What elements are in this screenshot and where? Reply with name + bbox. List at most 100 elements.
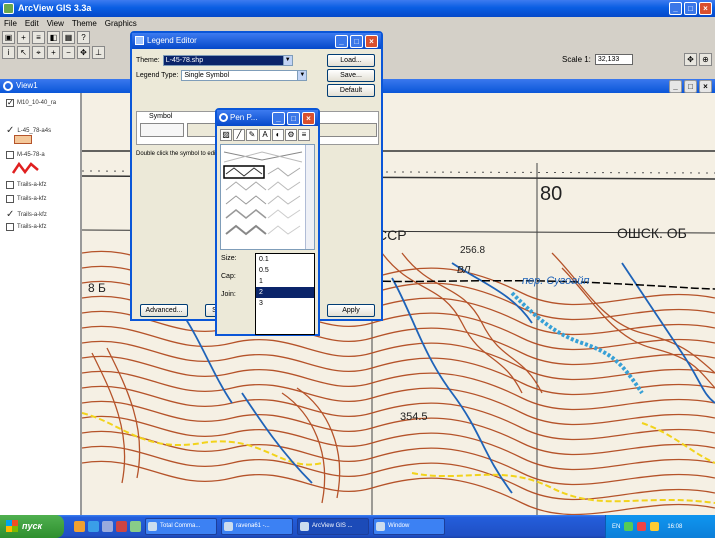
task-total-commander[interactable]: Total Comma... (145, 518, 217, 535)
legend-type-select[interactable]: Single Symbol ▼ (181, 70, 308, 81)
font-palette-icon[interactable]: A (259, 129, 271, 141)
language-indicator[interactable]: EN (612, 524, 620, 530)
size-option[interactable]: 1 (256, 276, 314, 287)
color-palette-icon[interactable]: ◐ (272, 129, 284, 141)
menu-graphics[interactable]: Graphics (105, 17, 137, 30)
antivirus-icon[interactable] (637, 522, 647, 531)
toc-item[interactable]: ✓ Trails-a-kfz (6, 209, 47, 220)
save-project-button[interactable]: ▣ (2, 31, 15, 44)
menu-file[interactable]: File (4, 17, 17, 30)
menu-bar: File Edit View Theme Graphics (0, 17, 137, 30)
toc-item[interactable]: Trails-a-kfz (6, 181, 46, 189)
folder-icon (224, 522, 233, 531)
media-icon[interactable] (116, 521, 127, 532)
windows-flag-icon (6, 520, 18, 532)
zoom-out-tool-icon[interactable]: − (62, 46, 75, 59)
table-of-contents: ✓ M10_10-40_ra ✓ L-45_78-a4s M-45-78-a T… (0, 93, 82, 515)
pen-maximize-button[interactable]: □ (287, 112, 300, 125)
size-option[interactable]: 3 (256, 298, 314, 309)
desktop-icon[interactable] (102, 521, 113, 532)
explorer-icon[interactable] (74, 521, 85, 532)
pan-icon[interactable]: ✥ (684, 53, 697, 66)
view-close-button[interactable]: × (699, 80, 712, 93)
palette-manager-icon[interactable]: ≡ (298, 129, 310, 141)
window-icon (376, 522, 385, 531)
minimize-button[interactable]: _ (669, 2, 682, 15)
pointer-tool-icon[interactable]: ↖ (17, 46, 30, 59)
pattern-scrollbar[interactable] (305, 145, 314, 249)
clock: 16:08 (667, 523, 683, 530)
zoom-icon[interactable]: ⊕ (699, 53, 712, 66)
pan-tool-icon[interactable]: ✥ (77, 46, 90, 59)
scale-input[interactable] (594, 54, 633, 65)
task-label: ArcView GIS ... (312, 523, 353, 529)
network-icon[interactable] (624, 522, 634, 531)
theme-select[interactable]: L-45-78.shp ▼ (162, 55, 293, 66)
map-label-pass: пер. Сугоайп (522, 275, 590, 287)
browser-icon[interactable] (88, 521, 99, 532)
find-button[interactable]: ? (77, 31, 90, 44)
maximize-button[interactable]: □ (684, 2, 697, 15)
pen-close-button[interactable]: × (302, 112, 315, 125)
task-window[interactable]: Window (373, 518, 445, 535)
legend-minimize-button[interactable]: _ (335, 35, 348, 48)
pen-minimize-button[interactable]: _ (272, 112, 285, 125)
theme-checkbox[interactable]: ✓ (6, 99, 14, 107)
theme-properties-button[interactable]: ≡ (32, 31, 45, 44)
task-label: Total Comma... (160, 523, 201, 529)
chevron-down-icon[interactable]: ▼ (282, 56, 292, 65)
fill-palette-icon[interactable]: ▨ (220, 129, 232, 141)
task-arcview[interactable]: ArcView GIS ... (297, 518, 369, 535)
legend-maximize-button[interactable]: □ (350, 35, 363, 48)
task-ravena[interactable]: ravena61 -... (221, 518, 293, 535)
check-icon[interactable]: ✓ (6, 209, 14, 220)
palette-tabs: ▨ ╱ ✎ A ◐ ⚙ ≡ (220, 129, 310, 141)
menu-theme[interactable]: Theme (72, 17, 97, 30)
scale-label: Scale 1: (562, 55, 591, 64)
size-option[interactable]: 0.1 (256, 254, 314, 265)
view-minimize-button[interactable]: _ (669, 80, 682, 93)
pen-pattern-list[interactable] (220, 144, 315, 250)
polygon-symbol-icon (14, 135, 32, 144)
size-label: Size: (221, 255, 237, 262)
legend-close-button[interactable]: × (365, 35, 378, 48)
marker-palette-icon[interactable]: ✎ (246, 129, 258, 141)
toc-item[interactable]: Trails-a-kfz (6, 195, 46, 203)
size-option-selected[interactable]: 2 (256, 287, 314, 298)
measure-tool-icon[interactable]: ⊥ (92, 46, 105, 59)
vertex-tool-icon[interactable]: ⌖ (32, 46, 45, 59)
start-button[interactable]: пуск (0, 515, 64, 538)
advanced-button[interactable]: Advanced... (140, 304, 188, 317)
theme-checkbox[interactable] (6, 181, 14, 189)
menu-view[interactable]: View (47, 17, 64, 30)
theme-checkbox[interactable] (6, 223, 14, 231)
load-button[interactable]: Load... (327, 54, 375, 67)
save-button[interactable]: Save... (327, 69, 375, 82)
app-icon[interactable] (130, 521, 141, 532)
settings-icon[interactable]: ⚙ (285, 129, 297, 141)
toc-item[interactable]: Trails-a-kfz (6, 223, 46, 231)
open-table-button[interactable]: ▦ (62, 31, 75, 44)
add-theme-button[interactable]: + (17, 31, 30, 44)
menu-edit[interactable]: Edit (25, 17, 39, 30)
edit-legend-button[interactable]: ◧ (47, 31, 60, 44)
close-button[interactable]: × (699, 2, 712, 15)
toc-item[interactable]: ✓ M10_10-40_ra (6, 99, 56, 107)
size-option[interactable]: 0.5 (256, 265, 314, 276)
zoom-in-tool-icon[interactable]: + (47, 46, 60, 59)
theme-checkbox[interactable] (6, 151, 14, 159)
identify-tool-icon[interactable]: i (2, 46, 15, 59)
volume-icon[interactable] (650, 522, 660, 531)
size-dropdown-list[interactable]: 0.1 0.5 1 2 3 (255, 253, 315, 335)
theme-label: Theme: (136, 57, 160, 64)
start-label: пуск (22, 521, 43, 531)
toc-item-label: Trails-a-kfz (17, 182, 47, 188)
symbol-swatch[interactable] (140, 123, 184, 137)
apply-button[interactable]: Apply (327, 304, 375, 317)
view-maximize-button[interactable]: □ (684, 80, 697, 93)
default-button[interactable]: Default (327, 84, 375, 97)
chevron-down-icon[interactable]: ▼ (297, 71, 307, 80)
theme-checkbox[interactable] (6, 195, 14, 203)
toc-item[interactable]: M-45-78-a (6, 151, 45, 159)
pen-palette-tab-icon[interactable]: ╱ (233, 129, 245, 141)
